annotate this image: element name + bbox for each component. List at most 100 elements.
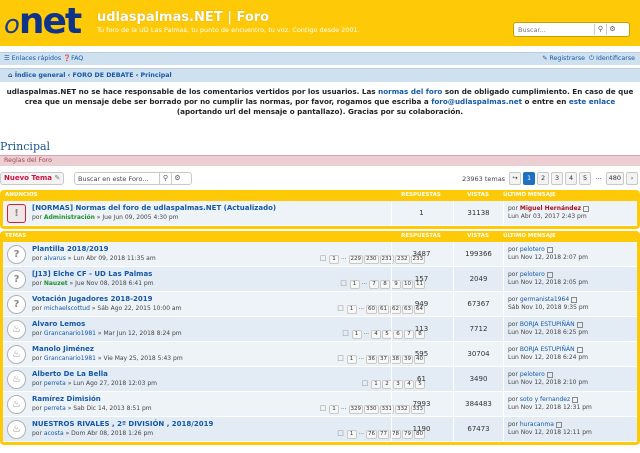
view-post-icon[interactable]	[576, 321, 583, 328]
page-button[interactable]: 36	[366, 355, 377, 364]
page-button[interactable]: 1	[346, 305, 357, 314]
search-input[interactable]	[514, 25, 594, 34]
topic-row[interactable]: ♨ Ramírez Dimisión por perreta » Sab Dic 1…	[3, 392, 637, 417]
view-count: 7712	[453, 317, 503, 342]
announcement-row[interactable]: ! [NORMAS] Normas del foro de udlaspalmas…	[3, 201, 637, 226]
contact-link[interactable]: este enlace	[569, 97, 615, 106]
new-topic-button[interactable]: Nuevo Tema ✎	[0, 172, 65, 185]
last-post-author[interactable]: pelotero	[520, 271, 545, 278]
next-page-icon[interactable]: ›	[626, 172, 638, 185]
last-post-author[interactable]: pelotero	[520, 371, 545, 378]
page-button[interactable]: 76	[366, 430, 377, 439]
topic-author[interactable]: perreta	[44, 380, 66, 387]
rules-link[interactable]: normas del foro	[378, 87, 442, 96]
page-button[interactable]: 7	[369, 280, 379, 289]
page-button[interactable]: 329	[348, 405, 363, 414]
view-post-icon[interactable]	[571, 296, 578, 303]
view-post-icon[interactable]	[576, 346, 583, 353]
breadcrumb-debate[interactable]: FORO DE DEBATE	[72, 72, 133, 79]
view-post-icon[interactable]	[546, 271, 553, 278]
forum-title[interactable]: Principal	[0, 140, 50, 153]
faq-link[interactable]: FAQ	[71, 55, 83, 62]
topic-title[interactable]: [NORMAS] Normas del foro de udlaspalmas.…	[32, 204, 276, 212]
last-post-author[interactable]: pelotero	[520, 246, 545, 253]
view-count: 67367	[453, 292, 503, 317]
topic-row[interactable]: ? Plantilla 2018/2019 por alvarus » Lun Ab…	[3, 242, 637, 267]
topic-author[interactable]: Nauzet	[44, 280, 68, 287]
view-post-icon[interactable]	[546, 246, 553, 253]
topic-title[interactable]: Manolo Jiménez	[32, 345, 94, 353]
page-button[interactable]: 1	[329, 405, 339, 414]
page-button[interactable]: 330	[364, 405, 379, 414]
topic-title[interactable]: NUESTROS RIVALES , 2º DIVISIÓN , 2018/20…	[32, 420, 213, 428]
topic-row[interactable]: ♨ Alberto De La Bella por perreta » Lun Ag…	[3, 367, 637, 392]
email-link[interactable]: foro@udlaspalmas.net	[431, 97, 522, 106]
page-button[interactable]: 480	[605, 172, 624, 185]
topic-row[interactable]: ♨ Alvaro Lemos por Grancanario1981 » Mar J…	[3, 317, 637, 342]
last-post-author[interactable]: Miguel Hernández	[520, 205, 581, 212]
topic-title[interactable]: Alberto De La Bella	[32, 370, 108, 378]
page-button[interactable]: 8	[380, 280, 390, 289]
topic-row[interactable]: ? [J13] Elche CF - UD Las Palmas por Nauze…	[3, 267, 637, 292]
page-button[interactable]: 4	[565, 172, 578, 185]
topic-title[interactable]: Votación Jugadores 2018-2019	[32, 295, 153, 303]
login-link[interactable]: Identificarse	[596, 55, 635, 62]
topic-row[interactable]: ♨ NUESTROS RIVALES , 2º DIVISIÓN , 2018/2…	[3, 417, 637, 442]
page-button[interactable]: 1	[349, 280, 360, 289]
topic-author[interactable]: alvarus	[44, 255, 66, 262]
quick-links[interactable]: Enlaces rápidos	[12, 55, 62, 62]
page-button[interactable]: 1	[346, 355, 357, 364]
topic-author[interactable]: perreta	[44, 405, 66, 412]
page-button[interactable]: 229	[348, 255, 363, 264]
topic-author[interactable]: Grancanario1981	[44, 330, 96, 337]
col-announcements: ANUNCIOS	[5, 192, 38, 198]
view-post-icon[interactable]	[546, 371, 553, 378]
page-button[interactable]: 37	[378, 355, 389, 364]
page-button[interactable]: 1	[329, 255, 339, 264]
page-button[interactable]: 2	[537, 172, 550, 185]
jump-icon[interactable]: ↪	[509, 172, 522, 185]
last-post-author[interactable]: soto y fernandez	[520, 396, 570, 403]
topic-author[interactable]: acosta	[44, 430, 64, 437]
topic-title[interactable]: Alvaro Lemos	[32, 320, 85, 328]
topic-title[interactable]: [J13] Elche CF - UD Las Palmas	[32, 270, 152, 278]
topic-author[interactable]: Grancanario1981	[44, 355, 96, 362]
topic-row[interactable]: ? Votación Jugadores 2018-2019 por michael…	[3, 292, 637, 317]
page-button[interactable]: 4	[371, 330, 381, 339]
page-button[interactable]: 1	[351, 330, 362, 339]
gear-icon[interactable]: ⚙	[606, 24, 618, 35]
search-icon[interactable]: ⚲	[159, 173, 171, 184]
breadcrumb-index[interactable]: Índice general	[15, 72, 66, 79]
site-logo[interactable]: onet	[4, 2, 82, 42]
search-icon[interactable]: ⚲	[594, 24, 606, 35]
breadcrumb-principal[interactable]: Principal	[141, 72, 172, 79]
page-button[interactable]: 61	[378, 305, 389, 314]
page-button[interactable]: 77	[378, 430, 389, 439]
menu-icon[interactable]: ☰	[4, 55, 10, 62]
forum-search-input[interactable]: Buscar en este Foro...	[75, 175, 159, 183]
page-button[interactable]: 1	[346, 430, 357, 439]
last-post-author[interactable]: BORJA ESTUPIÑÁN	[520, 346, 575, 353]
page-button[interactable]: 5	[579, 172, 592, 185]
page-button[interactable]: 3	[551, 172, 564, 185]
view-post-icon[interactable]	[555, 421, 562, 428]
topic-title[interactable]: Plantilla 2018/2019	[32, 245, 108, 253]
view-post-icon[interactable]	[583, 205, 590, 212]
page-button[interactable]: 60	[366, 305, 377, 314]
page-button[interactable]: 1	[523, 172, 536, 185]
last-post-author[interactable]: huracanma	[520, 421, 554, 428]
forum-rules[interactable]: Reglas del Foro	[0, 155, 640, 166]
pages-icon: □	[337, 304, 344, 312]
page-button[interactable]: 1	[371, 380, 381, 389]
last-post-author[interactable]: BORJA ESTUPIÑÁN	[520, 321, 575, 328]
gear-icon[interactable]: ⚙	[171, 173, 183, 184]
last-post-author[interactable]: germanista1964	[520, 296, 569, 303]
topic-author[interactable]: michaelscottud	[44, 305, 90, 312]
page-button[interactable]: 230	[364, 255, 379, 264]
view-post-icon[interactable]	[572, 396, 579, 403]
topic-title[interactable]: Ramírez Dimisión	[32, 395, 101, 403]
register-link[interactable]: Registrarse	[549, 55, 585, 62]
topic-author[interactable]: Administración	[44, 214, 95, 221]
topic-row[interactable]: ♨ Manolo Jiménez por Grancanario1981 » Vie…	[3, 342, 637, 367]
site-title[interactable]: udlaspalmas.NET | Foro	[97, 10, 269, 25]
